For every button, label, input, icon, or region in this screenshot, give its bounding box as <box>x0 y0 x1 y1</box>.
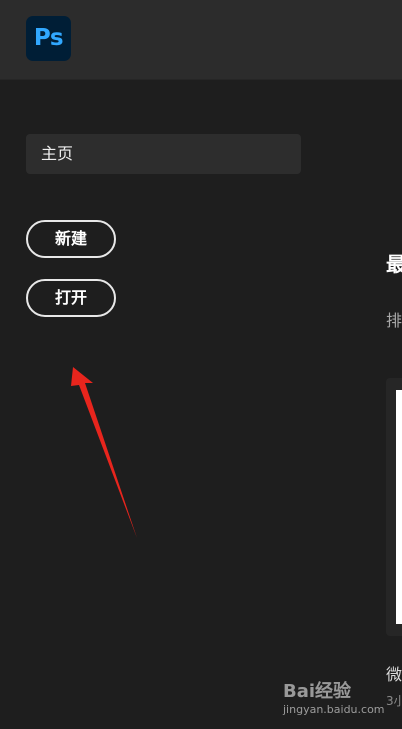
app-header: Ps <box>0 0 402 80</box>
recent-section-heading: 最 <box>386 252 402 276</box>
annotation-arrow-icon <box>71 367 137 538</box>
photoshop-logo-icon[interactable]: Ps <box>26 16 71 61</box>
baidu-jingyan-watermark: Bai经验 jingyan.baidu.com <box>283 677 398 723</box>
sidebar-item-home[interactable]: 主页 <box>26 134 301 174</box>
photoshop-home-screen: Ps 主页 新建 打开 最 排 微 3小 Bai经验 jingyan.baidu… <box>0 0 402 729</box>
open-file-button[interactable]: 打开 <box>26 279 116 317</box>
annotation-arrow-shape <box>71 367 137 538</box>
sidebar-item-home-label: 主页 <box>41 144 74 163</box>
watermark-logo-text: Bai经验 <box>283 681 352 702</box>
sort-label[interactable]: 排 <box>386 307 402 331</box>
watermark-url: jingyan.baidu.com <box>283 703 385 716</box>
recent-file-card[interactable] <box>386 378 402 636</box>
recent-file-thumbnail <box>396 390 402 624</box>
new-file-button[interactable]: 新建 <box>26 220 116 258</box>
